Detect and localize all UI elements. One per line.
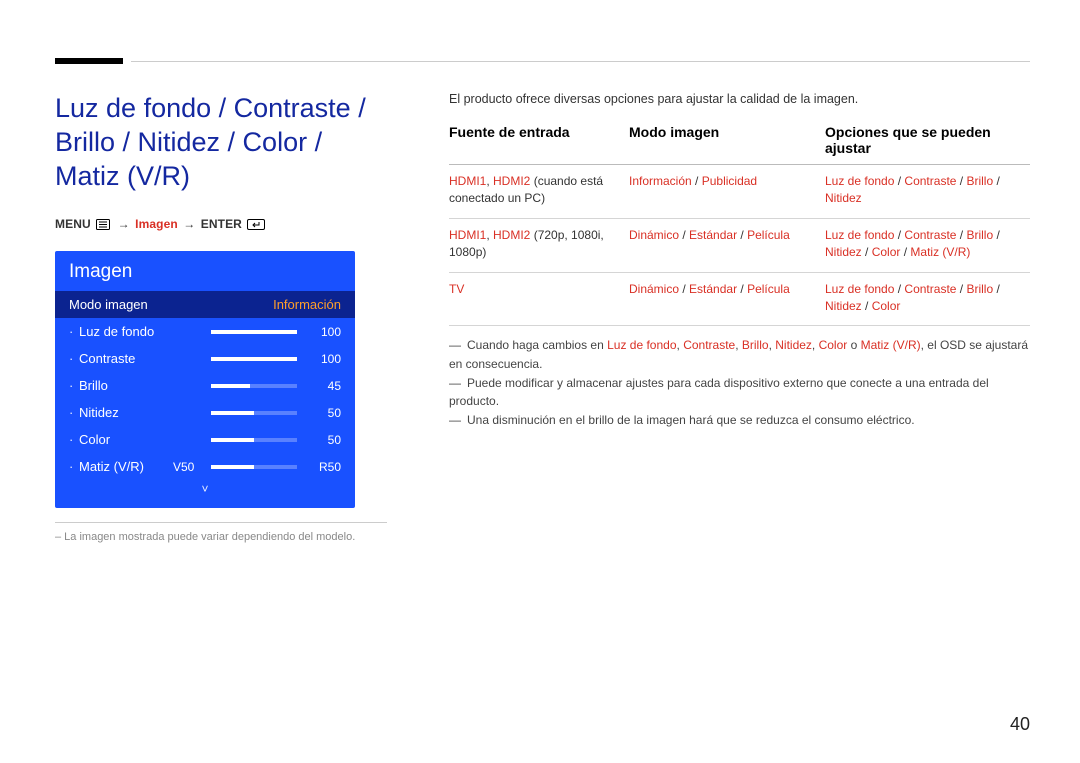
- cell-fuente: HDMI1, HDMI2 (720p, 1080i, 1080p): [449, 227, 629, 262]
- osd-row-label: Brillo: [79, 378, 108, 393]
- slider-track[interactable]: [211, 438, 297, 442]
- osd-row-value: 50: [305, 433, 341, 447]
- osd-title: Imagen: [55, 251, 355, 291]
- table-row: HDMI1, HDMI2 (720p, 1080i, 1080p)Dinámic…: [449, 219, 1030, 273]
- note-line: ―Puede modificar y almacenar ajustes par…: [449, 374, 1030, 411]
- table-row: HDMI1, HDMI2 (cuando está conectado un P…: [449, 165, 1030, 219]
- slider-fill: [211, 411, 254, 415]
- slider-track[interactable]: [211, 384, 297, 388]
- tint-left-value: V50: [173, 460, 203, 474]
- chapter-mark: [55, 58, 123, 64]
- left-column: Luz de fondo / Contraste / Brillo / Niti…: [55, 92, 387, 543]
- th-opciones: Opciones que se pueden ajustar: [825, 124, 1030, 156]
- osd-row-value: 100: [305, 352, 341, 366]
- osd-row-value: 50: [305, 406, 341, 420]
- cell-opciones: Luz de fondo / Contraste / Brillo / Niti…: [825, 281, 1030, 316]
- cell-fuente: TV: [449, 281, 629, 316]
- osd-row[interactable]: ·Luz de fondo100: [55, 318, 355, 345]
- arrow-icon: →: [181, 217, 197, 231]
- osd-row-value: 100: [305, 325, 341, 339]
- osd-row[interactable]: ·Nitidez50: [55, 399, 355, 426]
- osd-row-label: Contraste: [79, 351, 135, 366]
- note-line: ―Una disminución en el brillo de la imag…: [449, 411, 1030, 430]
- cell-modo: Dinámico / Estándar / Película: [629, 227, 825, 262]
- header-rule: [131, 61, 1030, 62]
- page-title: Luz de fondo / Contraste / Brillo / Niti…: [55, 92, 387, 193]
- osd-row-value: Información: [273, 297, 341, 312]
- divider: [55, 522, 387, 523]
- breadcrumb-item-imagen: Imagen: [135, 217, 178, 231]
- slider-fill: [211, 384, 250, 388]
- menu-path: MENU → Imagen → ENTER: [55, 217, 387, 233]
- enter-label: ENTER: [201, 217, 242, 231]
- slider-track[interactable]: [211, 411, 297, 415]
- th-modo: Modo imagen: [629, 124, 825, 156]
- page-number: 40: [1010, 714, 1030, 735]
- intro-text: El producto ofrece diversas opciones par…: [449, 92, 1030, 106]
- menu-button-icon: [96, 219, 110, 233]
- osd-row-label: Matiz (V/R): [79, 459, 144, 474]
- cell-fuente: HDMI1, HDMI2 (cuando está conectado un P…: [449, 173, 629, 208]
- osd-row-label: Nitidez: [79, 405, 119, 420]
- slider-fill: [211, 465, 254, 469]
- cell-opciones: Luz de fondo / Contraste / Brillo / Niti…: [825, 173, 1030, 208]
- slider-fill: [211, 438, 254, 442]
- slider-track[interactable]: [211, 465, 297, 469]
- slider-track[interactable]: [211, 357, 297, 361]
- enter-button-icon: [247, 219, 265, 233]
- slider-track[interactable]: [211, 330, 297, 334]
- cell-opciones: Luz de fondo / Contraste / Brillo / Niti…: [825, 227, 1030, 262]
- osd-row[interactable]: ·Contraste100: [55, 345, 355, 372]
- arrow-icon: →: [116, 217, 132, 231]
- note-line: ―Cuando haga cambios en Luz de fondo, Co…: [449, 336, 1030, 373]
- osd-disclaimer: – La imagen mostrada puede variar depend…: [55, 531, 387, 543]
- note-text: Cuando haga cambios en Luz de fondo, Con…: [449, 338, 1028, 371]
- right-column: El producto ofrece diversas opciones par…: [449, 92, 1030, 429]
- slider-fill: [211, 330, 297, 334]
- cell-modo: Información / Publicidad: [629, 173, 825, 208]
- chevron-down-icon[interactable]: ˅: [55, 480, 355, 500]
- osd-row-label: Modo imagen: [69, 297, 148, 312]
- osd-row-matiz[interactable]: ·Matiz (V/R) V50 R50: [55, 453, 355, 480]
- tint-right-value: R50: [305, 460, 341, 474]
- osd-row[interactable]: ·Color50: [55, 426, 355, 453]
- table-row: TVDinámico / Estándar / PelículaLuz de f…: [449, 273, 1030, 327]
- osd-row[interactable]: ·Brillo45: [55, 372, 355, 399]
- th-fuente: Fuente de entrada: [449, 124, 629, 156]
- osd-panel: Imagen Modo imagen Información ·Luz de f…: [55, 251, 355, 508]
- osd-row-label: Color: [79, 432, 110, 447]
- osd-row-modo-imagen[interactable]: Modo imagen Información: [55, 291, 355, 318]
- osd-row-label: Luz de fondo: [79, 324, 154, 339]
- cell-modo: Dinámico / Estándar / Película: [629, 281, 825, 316]
- table-header: Fuente de entrada Modo imagen Opciones q…: [449, 124, 1030, 164]
- slider-fill: [211, 357, 297, 361]
- menu-label: MENU: [55, 217, 91, 231]
- osd-row-value: 45: [305, 379, 341, 393]
- notes: ―Cuando haga cambios en Luz de fondo, Co…: [449, 336, 1030, 429]
